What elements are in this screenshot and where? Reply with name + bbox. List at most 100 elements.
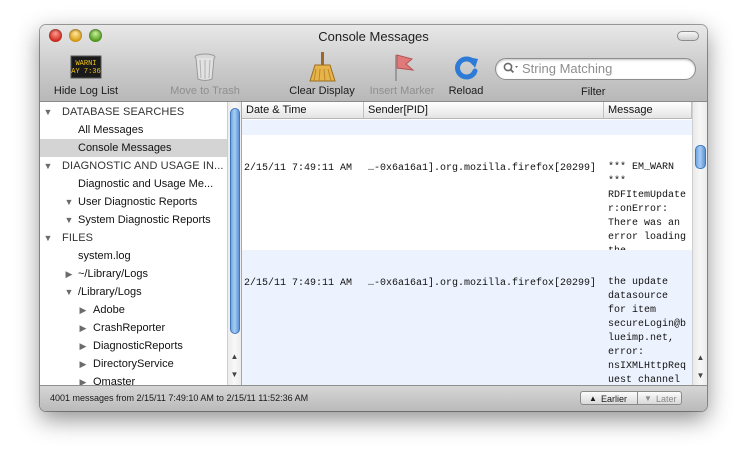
sidebar-item-label: /Library/Logs [78, 286, 142, 298]
sidebar-item-label: All Messages [78, 124, 144, 136]
down-triangle-icon: ▼ [644, 394, 652, 403]
disclosure-collapsed-icon[interactable]: ▶ [78, 301, 88, 319]
earlier-label: Earlier [601, 394, 628, 404]
sidebar-item-label: CrashReporter [93, 322, 166, 334]
log-icon-text-2: AY 7:36 [71, 68, 100, 76]
insert-marker-button[interactable]: Insert Marker [364, 51, 440, 97]
message-line: error: [608, 347, 645, 358]
message-line: datasource [608, 291, 669, 302]
disclosure-expanded-icon[interactable]: ▼ [64, 193, 74, 211]
sidebar-item[interactable]: ▶ DirectoryService [40, 355, 228, 373]
message-line: r:onError: [608, 204, 669, 215]
hide-log-list-button[interactable]: WARNI AY 7:36 Hide Log List [48, 51, 124, 97]
disclosure-expanded-icon[interactable]: ▼ [43, 157, 53, 175]
message-line: lueimp.net, [608, 333, 675, 344]
disclosure-collapsed-icon[interactable]: ▶ [64, 265, 74, 283]
insert-marker-label: Insert Marker [369, 85, 435, 97]
sidebar-item-label: FILES [62, 232, 94, 244]
reload-icon [450, 51, 482, 83]
search-input[interactable] [522, 60, 687, 76]
reload-button[interactable]: Reload [443, 51, 489, 97]
sidebar-item[interactable]: ▶ Adobe [40, 301, 228, 319]
later-label: Later [656, 394, 677, 404]
column-header-date[interactable]: Date & Time [242, 102, 364, 119]
sidebar-item-label: User Diagnostic Reports [78, 196, 198, 208]
disclosure-expanded-icon[interactable]: ▼ [43, 103, 53, 121]
message-list: Date & Time Sender[PID] Message 2/15/11 … [242, 102, 707, 385]
sidebar-section-header[interactable]: ▼ DATABASE SEARCHES [40, 103, 228, 121]
row-message: *** EM_WARN *** RDFItemUpdate r:onError: The… [608, 161, 696, 259]
earlier-button[interactable]: ▲ Earlier [580, 391, 638, 405]
sidebar-item-label: DATABASE SEARCHES [62, 106, 185, 118]
move-to-trash-button[interactable]: Move to Trash [165, 51, 245, 97]
sidebar-section-header[interactable]: ▼ FILES [40, 229, 228, 247]
sidebar-item[interactable]: ▼ System Diagnostic Reports [40, 211, 228, 229]
disclosure-expanded-icon[interactable]: ▼ [64, 211, 74, 229]
sidebar-section-header[interactable]: ▼ DIAGNOSTIC AND USAGE IN... [40, 157, 228, 175]
disclosure-collapsed-icon[interactable]: ▶ [78, 319, 88, 337]
sidebar-item-label: Omaster [93, 376, 136, 385]
message-line: RDFItemUpdate [608, 190, 687, 201]
status-bar: 4001 messages from 2/15/11 7:49:10 AM to… [40, 385, 707, 411]
row-date: 2/15/11 7:49:11 AM [244, 278, 353, 289]
sidebar-scroll-thumb[interactable] [230, 108, 240, 334]
sidebar-scroll-down-arrow-icon[interactable]: ▼ [228, 367, 241, 383]
disclosure-collapsed-icon[interactable]: ▶ [78, 373, 88, 385]
console-window: Console Messages WARNI AY 7:36 Hide Log … [40, 25, 707, 411]
table-row[interactable]: 2/15/11 7:49:11 AM …-0x6a16a1].org.mozil… [242, 135, 692, 257]
sidebar-item-label: DIAGNOSTIC AND USAGE IN... [62, 160, 224, 172]
sidebar-item[interactable]: ▶ CrashReporter [40, 319, 228, 337]
disclosure-expanded-icon[interactable]: ▼ [64, 283, 74, 301]
sidebar-scroll-up-arrow-icon[interactable]: ▲ [228, 349, 241, 365]
sidebar-scrollbar[interactable]: ▲ ▼ [227, 102, 241, 385]
sidebar-item[interactable]: ▶ Omaster [40, 373, 228, 385]
sidebar-item[interactable]: system.log [40, 247, 228, 265]
message-line: secureLogin@b [608, 319, 687, 330]
reload-label: Reload [448, 85, 484, 97]
log-list-icon: WARNI AY 7:36 [70, 51, 102, 83]
message-line: for item [608, 305, 657, 316]
sidebar-item-label: Console Messages [78, 142, 172, 154]
clear-display-button[interactable]: Clear Display [284, 51, 360, 97]
log-list-sidebar: ▼ DATABASE SEARCHES All Messages Console Me… [40, 102, 242, 385]
sidebar-item-label: system.log [78, 250, 131, 262]
sidebar-item[interactable]: All Messages [40, 121, 228, 139]
message-line: the update [608, 277, 669, 288]
sidebar-item-label: DirectoryService [93, 358, 174, 370]
table-row-partial[interactable] [242, 120, 692, 135]
message-line: nsIXMLHttpReq [608, 361, 687, 372]
message-list-scrollbar[interactable]: ▲ ▼ [692, 102, 707, 385]
message-line: There was an [608, 218, 681, 229]
up-triangle-icon: ▲ [589, 394, 597, 403]
message-list-scroll-thumb[interactable] [695, 145, 706, 169]
disclosure-collapsed-icon[interactable]: ▶ [78, 337, 88, 355]
search-icon[interactable] [503, 62, 519, 80]
row-message: the update datasource for item secureLogin@… [608, 276, 696, 385]
sidebar-item[interactable]: ▶ ~/Library/Logs [40, 265, 228, 283]
filter-label: Filter [581, 86, 606, 98]
sidebar-item[interactable]: Diagnostic and Usage Me... [40, 175, 228, 193]
column-header-sender[interactable]: Sender[PID] [364, 102, 604, 119]
sidebar-item[interactable]: ▶ DiagnosticReports [40, 337, 228, 355]
clear-display-label: Clear Display [289, 85, 355, 97]
later-button[interactable]: ▼ Later [637, 391, 682, 405]
move-to-trash-label: Move to Trash [170, 85, 240, 97]
filter-search-field[interactable] [495, 58, 696, 80]
message-scroll-up-arrow-icon[interactable]: ▲ [693, 350, 707, 366]
message-scroll-down-arrow-icon[interactable]: ▼ [693, 368, 707, 384]
disclosure-expanded-icon[interactable]: ▼ [43, 229, 53, 247]
sidebar-item[interactable]: ▼ User Diagnostic Reports [40, 193, 228, 211]
log-icon-text-1: WARNI [75, 60, 96, 68]
table-row[interactable]: 2/15/11 7:49:11 AM …-0x6a16a1].org.mozil… [242, 250, 692, 385]
column-header-message[interactable]: Message [604, 102, 692, 119]
sidebar-item[interactable]: ▼ /Library/Logs [40, 283, 228, 301]
sidebar-item[interactable]: Console Messages [40, 139, 228, 157]
toolbar-toggle-button[interactable] [677, 31, 699, 41]
row-sender: …-0x6a16a1].org.mozilla.firefox[20299] [368, 278, 597, 289]
sidebar-item-label: DiagnosticReports [93, 340, 183, 352]
message-count-status: 4001 messages from 2/15/11 7:49:10 AM to… [50, 393, 309, 403]
disclosure-collapsed-icon[interactable]: ▶ [78, 355, 88, 373]
trash-icon [189, 51, 221, 83]
message-line: *** [608, 176, 627, 187]
hide-log-list-label: Hide Log List [53, 85, 119, 97]
